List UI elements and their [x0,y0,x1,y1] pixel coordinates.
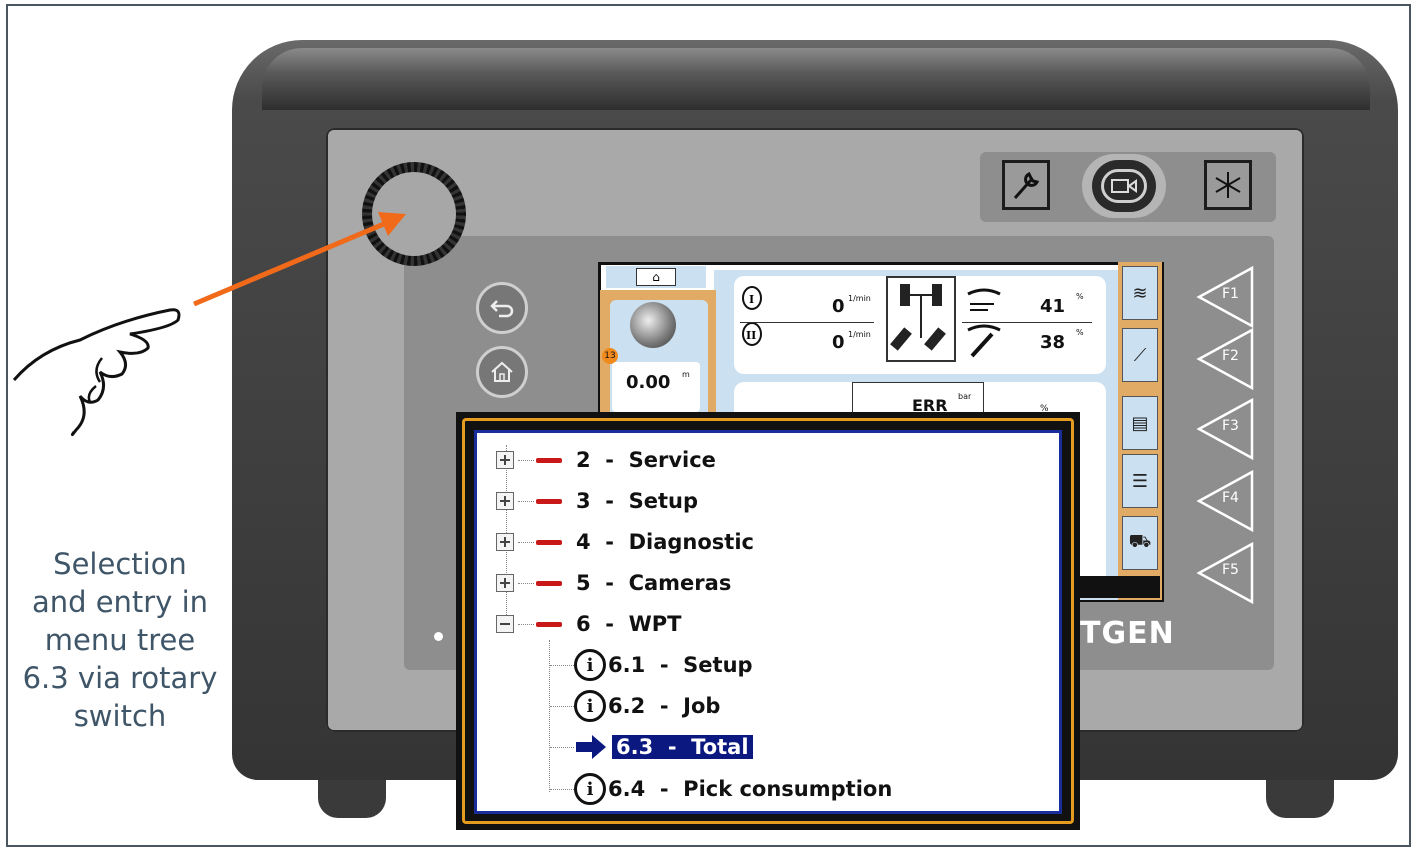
brand-logo: TGEN [1080,616,1175,651]
menu-item-diagnostic[interactable]: 4 - Diagnostic [496,527,754,557]
svg-text:I: I [749,293,754,306]
menu-item-label: Diagnostic [628,530,754,554]
engine2-value: 0 [832,332,845,353]
percent-divider [962,322,1092,323]
f4-label: F4 [1222,490,1239,506]
f3-key[interactable]: F3 [1196,397,1254,461]
camera-button[interactable] [1092,160,1156,212]
expand-icon[interactable] [496,533,514,551]
menu-item-label: Service [628,448,716,472]
info-icon: i [574,773,606,805]
collapse-icon[interactable] [496,615,514,633]
home-icon [491,361,513,382]
display-dial-icon [630,302,676,348]
status-marker [536,621,562,627]
info-icon: i [574,649,606,681]
softkey-pick-icon[interactable]: ⟋ [1122,328,1158,382]
camera-icon [1101,169,1147,203]
menu-item-cameras[interactable]: 5 - Cameras [496,568,731,598]
status-marker [536,580,562,586]
wrench-icon[interactable] [1002,160,1050,210]
engine2-unit: 1/min [848,330,871,339]
submenu-item-label: Job [683,694,721,718]
engine-icon: I II [742,286,762,346]
softkey-list-icon[interactable]: ☰ [1122,454,1158,508]
pressure-unit: bar [958,392,972,401]
expand-icon[interactable] [496,451,514,469]
selection-arrow-icon [574,731,608,763]
softkey-drum-icon[interactable]: ≋ [1122,266,1158,320]
f5-label: F5 [1222,562,1239,578]
submenu-item-6-3-selected[interactable]: 6.3 - Total [550,730,753,764]
pointing-hand-icon [12,308,181,437]
menu-item-label: Setup [628,489,698,513]
submenu-item-6-4[interactable]: i 6.4 - Pick consumption [550,772,892,806]
display-status-bar [1080,576,1160,598]
back-button[interactable] [476,282,528,334]
svg-text:II: II [746,329,756,342]
menu-item-label: WPT [628,612,682,636]
engine1-unit: 1/min [848,294,871,303]
asterisk-icon[interactable] [1204,160,1252,210]
submenu-item-label: Total [691,735,749,759]
top-percent-value: 41 [1040,296,1066,317]
f2-label: F2 [1222,348,1239,364]
f2-key[interactable]: F2 [1196,327,1254,391]
menu-item-label: Cameras [628,571,732,595]
status-marker [536,498,562,504]
device-sunshade [262,48,1370,110]
menu-item-wpt[interactable]: 6 - WPT [496,609,681,639]
submenu-item-6-1[interactable]: i 6.1 - Setup [550,648,753,682]
bottom-percent-unit: % [1076,328,1084,337]
home-button[interactable] [476,346,528,398]
submenu-item-6-2[interactable]: i 6.2 - Job [550,689,720,723]
selected-item-highlight: 6.3 - Total [612,735,753,759]
submenu-item-label: Setup [683,653,753,677]
steering-icon [886,276,956,362]
caption-text: Selection and entry in menu tree 6.3 via… [22,547,218,733]
softkey-truck-icon[interactable]: ⛟ [1122,516,1158,570]
rotary-switch-face [372,172,456,256]
engine1-value: 0 [832,296,845,317]
submenu-item-label: Pick consumption [683,777,893,801]
distance-unit: m [682,370,690,379]
back-icon [490,300,514,318]
expand-icon[interactable] [496,492,514,510]
distance-value: 0.00 [626,372,671,393]
menu-item-service[interactable]: 2 - Service [496,445,716,475]
display-home-icon[interactable]: ⌂ [636,268,676,286]
top-percent-unit: % [1076,292,1084,301]
engine-divider [740,322,874,323]
f3-label: F3 [1222,418,1239,434]
bottom-percent-value: 38 [1040,332,1066,353]
f1-key[interactable]: F1 [1196,265,1254,329]
menu-item-setup[interactable]: 3 - Setup [496,486,698,516]
info-icon: i [574,690,606,722]
softkey-list-number-icon[interactable]: ▤ [1122,396,1158,450]
f5-key[interactable]: F5 [1196,541,1254,605]
expand-icon[interactable] [496,574,514,592]
f1-label: F1 [1222,286,1239,302]
status-led [434,632,443,641]
status-marker [536,457,562,463]
status-marker [536,539,562,545]
f4-key[interactable]: F4 [1196,469,1254,533]
